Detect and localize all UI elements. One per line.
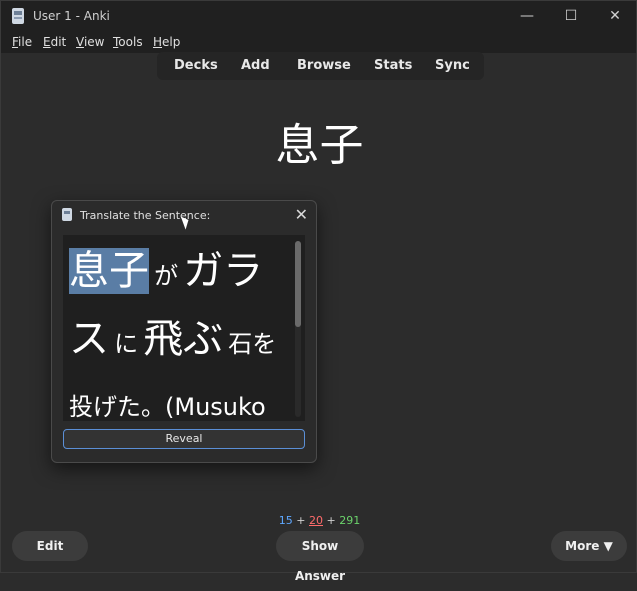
- highlighted-word: 息子: [69, 248, 149, 294]
- sentence-word: 飛ぶ: [143, 316, 224, 362]
- learning-count: 20: [309, 514, 323, 527]
- plus-separator: +: [296, 514, 306, 527]
- sentence-particle: に: [114, 330, 139, 358]
- scrollbar-thumb[interactable]: [295, 241, 301, 327]
- anki-main-window: User 1 - Anki — ☐ ✕ File Edit View Tools…: [0, 0, 637, 583]
- close-icon[interactable]: ✕: [295, 205, 308, 224]
- menu-help[interactable]: Help: [153, 35, 180, 49]
- close-window-icon[interactable]: ✕: [600, 5, 630, 27]
- dialog-app-icon: [62, 208, 72, 221]
- maximize-icon[interactable]: ☐: [556, 5, 586, 27]
- sentence-word: 投げた。(Musuko: [69, 393, 266, 421]
- new-count: 15: [278, 514, 293, 527]
- decks-button[interactable]: Decks: [174, 58, 218, 73]
- more-button[interactable]: More ▼: [551, 531, 627, 561]
- window-title: User 1 - Anki: [33, 9, 110, 23]
- title-bar[interactable]: User 1 - Anki — ☐ ✕: [1, 1, 636, 31]
- sync-button[interactable]: Sync: [435, 58, 470, 73]
- due-counts: 15 + 20 + 291: [1, 514, 637, 527]
- sentence-word: ス: [69, 316, 109, 362]
- menu-file[interactable]: File: [12, 35, 32, 49]
- anki-app-icon: [12, 8, 24, 24]
- show-answer-button[interactable]: Show Answer: [276, 531, 364, 583]
- plus-separator: +: [326, 514, 336, 527]
- reveal-button[interactable]: Reveal: [63, 429, 305, 449]
- sentence-particle: が: [154, 262, 179, 290]
- sentence-word: ガラ: [183, 248, 263, 294]
- menu-bar: File Edit View Tools Help: [1, 31, 636, 53]
- dialog-title: Translate the Sentence:: [80, 209, 211, 222]
- menu-edit[interactable]: Edit: [43, 35, 66, 49]
- stats-button[interactable]: Stats: [374, 58, 412, 73]
- card-front-word: 息子: [275, 120, 364, 171]
- review-count: 291: [339, 514, 361, 527]
- browse-button[interactable]: Browse: [297, 58, 351, 73]
- add-button[interactable]: Add: [241, 58, 270, 73]
- menu-view[interactable]: View: [76, 35, 104, 49]
- edit-button[interactable]: Edit: [12, 531, 88, 561]
- minimize-icon[interactable]: —: [512, 5, 542, 27]
- japanese-sentence: 息子 が ガラス に 飛ぶ 石を 投げた。(Musuko: [69, 241, 283, 421]
- sentence-word: 石を: [228, 330, 277, 358]
- sentence-text-area[interactable]: 息子 が ガラス に 飛ぶ 石を 投げた。(Musuko: [63, 235, 305, 421]
- menu-tools[interactable]: Tools: [113, 35, 143, 49]
- translate-dialog: Translate the Sentence: ✕ 息子 が ガラス に 飛ぶ …: [51, 200, 317, 463]
- main-toolbar: Decks Add Browse Stats Sync: [157, 52, 484, 80]
